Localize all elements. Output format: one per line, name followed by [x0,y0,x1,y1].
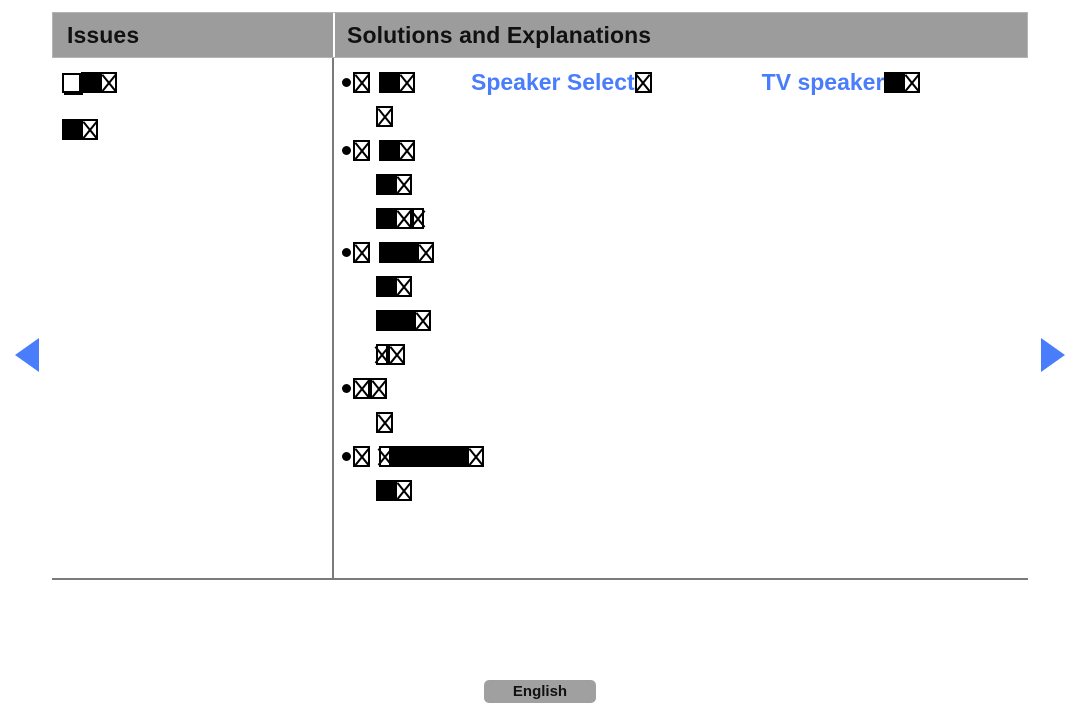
missing-glyph-box-icon [379,446,391,467]
solution-line [342,480,1028,514]
solid-box-glyph-icon [395,310,414,331]
previous-page-arrow-icon[interactable] [15,338,39,372]
cell-solutions: Speaker Select TV speaker [334,58,1028,578]
solution-line [342,242,1028,276]
missing-glyph-box-icon [376,106,393,127]
table-header-row: Issues Solutions and Explanations [52,12,1028,58]
missing-glyph-box-icon [370,378,387,399]
solid-box-glyph-icon [448,446,467,467]
solid-box-glyph-icon [410,446,429,467]
glyph-run [342,140,415,161]
glyph-run [342,242,434,263]
cell-issues [52,58,334,578]
solid-box-glyph-icon [379,72,398,93]
missing-glyph-box-icon [398,140,415,161]
missing-glyph-box-icon [903,72,921,93]
issue-line [62,72,332,106]
solution-line [342,412,1028,446]
hollow-box-glyph-icon [62,72,81,93]
missing-glyph-box-icon [353,72,370,93]
solid-box-glyph-icon [376,276,395,297]
missing-glyph-box-icon [395,276,412,297]
missing-glyph-box-icon [398,72,415,93]
bullet-icon [342,78,351,87]
bullet-icon [342,452,351,461]
solid-box-glyph-icon [379,140,398,161]
bullet-icon [342,248,351,257]
missing-glyph-box-icon [467,446,484,467]
missing-glyph-box-icon [395,480,412,501]
solution-line [342,106,1028,140]
missing-glyph-box-icon [353,140,370,161]
missing-glyph-box-icon [417,242,434,263]
solid-box-glyph-icon [376,174,395,195]
missing-glyph-box-icon [353,378,370,399]
bullet-icon [342,146,351,155]
solid-box-glyph-icon [429,446,448,467]
solid-box-glyph-icon [379,242,398,263]
solution-line [342,276,1028,310]
missing-glyph-box-icon [414,310,431,331]
solid-box-glyph-icon [81,72,100,93]
solution-line [342,310,1028,344]
menu-path-tv-speaker[interactable]: TV speaker [762,71,885,94]
glyph-run [62,72,117,93]
missing-glyph-box-icon [376,412,393,433]
missing-glyph-box-icon [376,344,388,365]
solid-box-glyph-icon [62,119,81,140]
solution-line [342,208,1028,242]
missing-glyph-box-icon [395,174,412,195]
solution-group [342,446,1028,514]
solution-group: Speaker Select TV speaker [342,71,1028,140]
column-header-issues: Issues [53,13,335,57]
solid-box-glyph-icon [398,242,417,263]
missing-glyph-box-icon [412,208,424,229]
missing-glyph-box-icon [353,446,370,467]
next-page-arrow-icon[interactable] [1041,338,1065,372]
solid-box-glyph-icon [884,72,904,93]
glyph-run [342,446,484,467]
solution-group [342,242,1028,378]
solid-box-glyph-icon [376,480,395,501]
missing-glyph-box-icon [100,72,117,93]
missing-glyph-box-icon [388,344,405,365]
solid-box-glyph-icon [376,208,395,229]
solution-line [342,344,1028,378]
glyph-run [342,72,415,93]
missing-glyph-box-icon [353,242,370,263]
solution-line [342,378,1028,412]
solution-line [342,140,1028,174]
bullet-icon [342,384,351,393]
table-body-row: Speaker Select TV speaker [52,58,1028,580]
glyph-run [62,119,98,140]
solution-line [342,446,1028,480]
solid-box-glyph-icon [391,446,410,467]
menu-path-speaker-select[interactable]: Speaker Select [471,71,635,94]
troubleshooting-table: Issues Solutions and Explanations Speake… [52,12,1028,580]
issue-line [62,119,332,153]
solution-line [342,174,1028,208]
column-header-solutions: Solutions and Explanations [347,21,652,48]
solution-group [342,140,1028,242]
missing-glyph-box-icon [81,119,98,140]
missing-glyph-box-icon [634,72,652,93]
solid-box-glyph-icon [376,310,395,331]
glyph-run [342,378,387,399]
solution-group [342,378,1028,446]
language-button[interactable]: English [484,680,596,703]
solution-line: Speaker Select TV speaker [342,71,1028,106]
